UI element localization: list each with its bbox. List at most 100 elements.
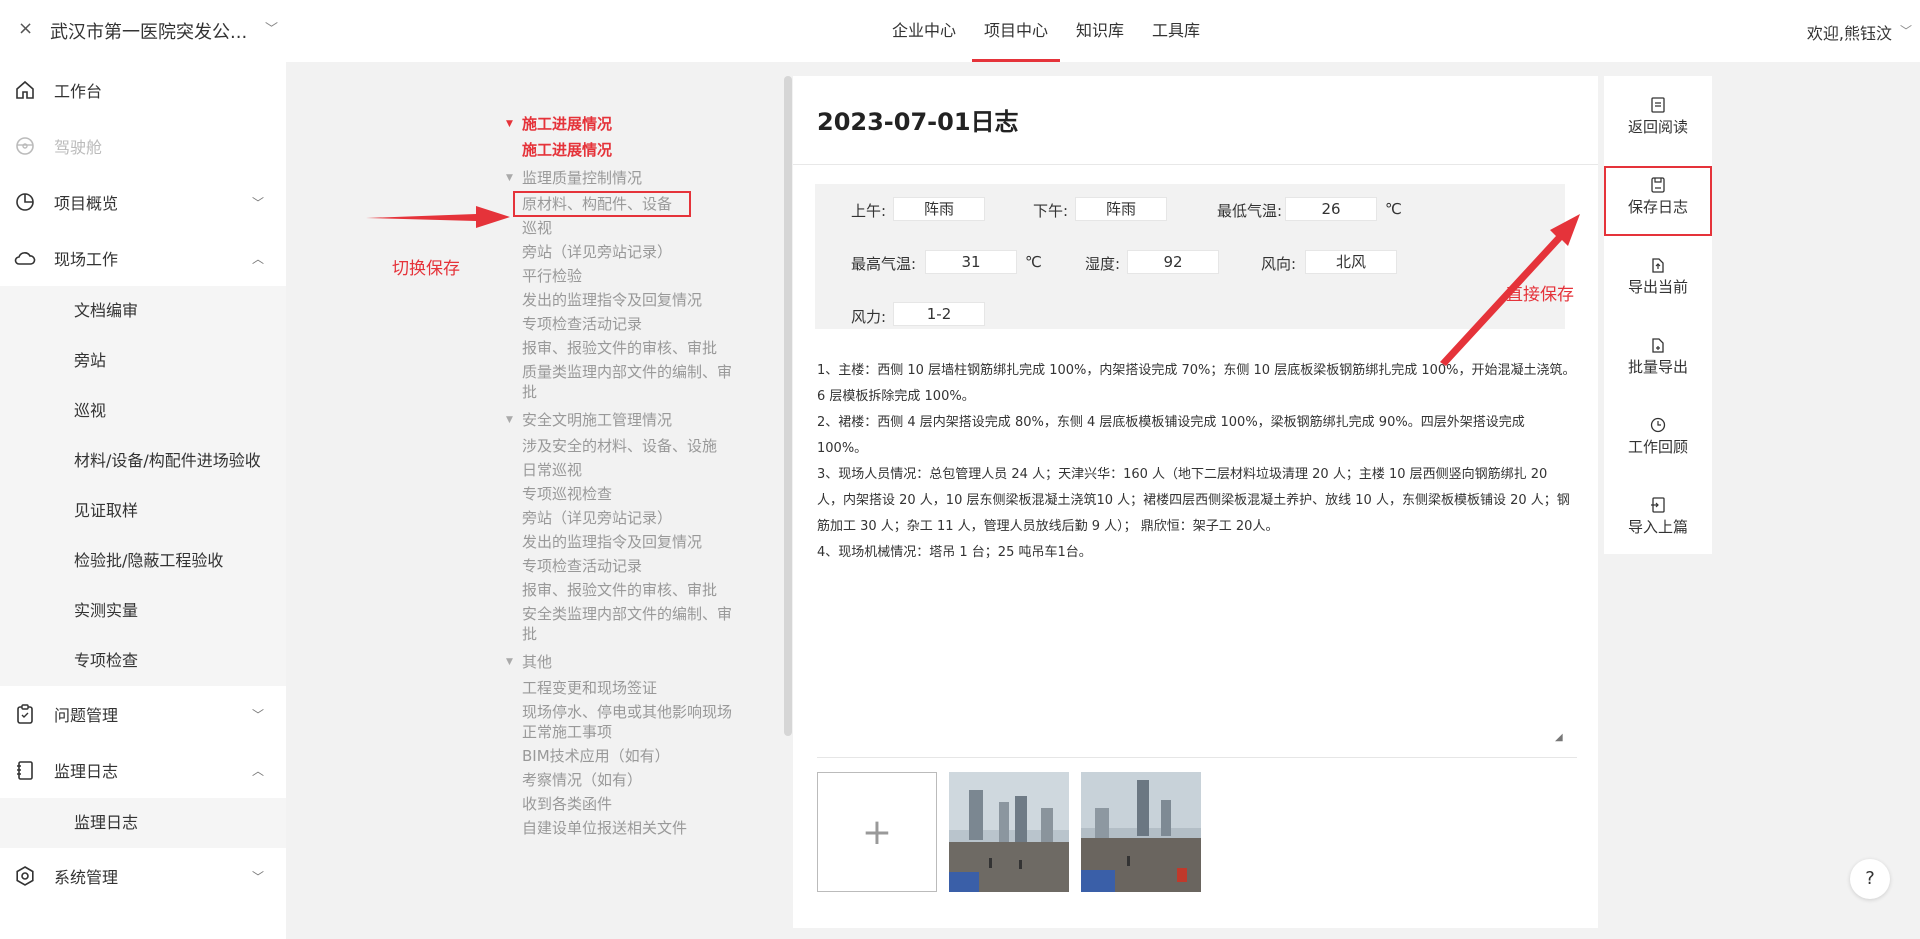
user-welcome[interactable]: 欢迎,熊钰汶 <box>1807 20 1892 44</box>
sidebar: 工作台 驾驶舱 项目概览 ﹀ 现场工作 ︿ 文档编审 旁站 巡视 材料/设备/构… <box>0 62 286 939</box>
tab-project-center[interactable]: 项目中心 <box>972 0 1061 62</box>
sidebar-subitem-document-review[interactable]: 文档编审 <box>0 286 286 336</box>
upload-image-button[interactable]: + <box>817 772 937 892</box>
tree-item[interactable]: BIM技术应用（如有） <box>506 746 746 766</box>
back-to-read-button[interactable]: 返回阅读 <box>1604 86 1712 156</box>
work-review-button[interactable]: 工作回顾 <box>1604 406 1712 476</box>
sidebar-item-supervision-log[interactable]: 监理日志 ︿ <box>0 742 286 798</box>
sidebar-subitem-side-station[interactable]: 旁站 <box>0 336 286 386</box>
diary-textarea[interactable]: 1、主楼：西侧 10 层墙柱钢筋绑扎完成 100%，内架搭设完成 70%；东侧 … <box>817 358 1577 758</box>
sidebar-item-label: 系统管理 <box>54 868 119 887</box>
tree-section-other[interactable]: ▼ 其他 <box>506 648 756 675</box>
humidity-input[interactable]: 92 <box>1127 250 1219 274</box>
export-current-button[interactable]: 导出当前 <box>1604 246 1712 316</box>
sidebar-item-project-overview[interactable]: 项目概览 ﹀ <box>0 174 286 230</box>
sidebar-item-system-management[interactable]: 系统管理 ﹀ <box>0 848 286 904</box>
tree-item[interactable]: 考察情况（如有） <box>506 770 746 790</box>
top-bar: × 武汉市第一医院突发公... ﹀ 企业中心 项目中心 知识库 工具库 欢迎,熊… <box>0 0 1920 62</box>
clipboard-icon <box>14 703 36 725</box>
close-icon[interactable]: × <box>18 18 33 39</box>
sidebar-item-cockpit[interactable]: 驾驶舱 <box>0 118 286 174</box>
tree-item[interactable]: 自建设单位报送相关文件 <box>506 818 746 838</box>
wind-direction-input[interactable]: 北风 <box>1305 250 1397 274</box>
settings-icon <box>14 865 36 887</box>
wind-direction-label: 风向: <box>1261 255 1297 273</box>
tree-item[interactable]: 施工进展情况 <box>506 140 746 160</box>
resize-handle-icon[interactable]: ◢ <box>1555 732 1563 743</box>
tree-item[interactable]: 旁站（详见旁站记录） <box>506 242 746 262</box>
tree-item[interactable]: 涉及安全的材料、设备、设施 <box>506 436 746 456</box>
pm-weather-label: 下午: <box>1033 202 1069 220</box>
diary-card: 2023-07-01日志 上午: 阵雨 下午: 阵雨 最低气温: 26 ℃ 最高… <box>793 76 1598 928</box>
chevron-down-icon: ﹀ <box>251 708 264 722</box>
tree-item[interactable]: 报审、报验文件的审核、审批 <box>506 580 746 600</box>
tree-item[interactable]: 专项检查活动记录 <box>506 556 746 576</box>
batch-export-button[interactable]: 批量导出 <box>1604 326 1712 396</box>
chevron-down-icon[interactable]: ﹀ <box>265 18 278 37</box>
sidebar-item-label: 监理日志 <box>54 762 119 781</box>
tree-item[interactable]: 专项检查活动记录 <box>506 314 746 334</box>
batch-export-icon <box>1652 338 1664 353</box>
save-log-button[interactable]: 保存日志 <box>1604 166 1712 236</box>
tree-item[interactable]: 质量类监理内部文件的编制、审批 <box>506 362 746 402</box>
main-content: ▼ 施工进展情况 施工进展情况 ▼ 监理质量控制情况 原材料、构配件、设备 巡视… <box>286 62 1920 939</box>
tree-item[interactable]: 巡视 <box>506 218 746 238</box>
tree-item[interactable]: 旁站（详见旁站记录） <box>506 508 746 528</box>
log-submenu: 监理日志 <box>0 798 286 848</box>
sidebar-item-issue-management[interactable]: 问题管理 ﹀ <box>0 686 286 742</box>
tree-item[interactable]: 平行检验 <box>506 266 746 286</box>
tree-scrollbar[interactable] <box>784 76 792 736</box>
tree-item[interactable]: 日常巡视 <box>506 460 746 480</box>
sidebar-item-field-work[interactable]: 现场工作 ︿ <box>0 230 286 286</box>
tab-tool-library[interactable]: 工具库 <box>1140 0 1212 62</box>
chevron-up-icon: ︿ <box>251 764 264 778</box>
max-temp-input[interactable]: 31 <box>925 250 1017 274</box>
diary-line: 2、裙楼：西侧 4 层内架搭设完成 80%，东侧 4 层底板模板铺设完成 100… <box>817 415 1525 456</box>
tab-enterprise-center[interactable]: 企业中心 <box>880 0 968 62</box>
tree-item[interactable]: 工程变更和现场签证 <box>506 678 746 698</box>
project-name[interactable]: 武汉市第一医院突发公... <box>50 18 247 44</box>
sidebar-subitem-material-acceptance[interactable]: 材料/设备/构配件进场验收 <box>0 436 286 486</box>
am-weather-input[interactable]: 阵雨 <box>893 197 985 221</box>
tree-item[interactable]: 发出的监理指令及回复情况 <box>506 532 746 552</box>
sidebar-subitem-witness-sampling[interactable]: 见证取样 <box>0 486 286 536</box>
sidebar-item-workbench[interactable]: 工作台 <box>0 62 286 118</box>
tree-item[interactable]: 现场停水、停电或其他影响现场正常施工事项 <box>506 702 746 742</box>
tab-knowledge-base[interactable]: 知识库 <box>1064 0 1136 62</box>
min-temp-input[interactable]: 26 <box>1285 197 1377 221</box>
max-temp-unit: ℃ <box>1025 253 1042 271</box>
tree-section-construction-progress[interactable]: ▼ 施工进展情况 <box>506 110 756 137</box>
pm-weather-input[interactable]: 阵雨 <box>1075 197 1167 221</box>
site-photo-2[interactable] <box>1081 772 1201 892</box>
sidebar-subitem-actual-measurement[interactable]: 实测实量 <box>0 586 286 636</box>
tree-item[interactable]: 报审、报验文件的审核、审批 <box>506 338 746 358</box>
site-photo-1[interactable] <box>949 772 1069 892</box>
divider <box>793 164 1598 165</box>
sidebar-subitem-supervision-log[interactable]: 监理日志 <box>0 798 286 848</box>
field-work-submenu: 文档编审 旁站 巡视 材料/设备/构配件进场验收 见证取样 检验批/隐蔽工程验收… <box>0 286 286 686</box>
annotation-direct-save: 直接保存 <box>1506 285 1574 305</box>
import-previous-button[interactable]: 导入上篇 <box>1604 486 1712 556</box>
action-panel: 返回阅读 保存日志 导出当前 批量导出 工作回顾 导入上篇 <box>1604 76 1712 554</box>
tree-item[interactable]: 安全类监理内部文件的编制、审批 <box>506 604 746 644</box>
user-menu-chevron-icon[interactable]: ﹀ <box>1900 22 1912 39</box>
sidebar-subitem-inspection-lot[interactable]: 检验批/隐蔽工程验收 <box>0 536 286 586</box>
tree-item[interactable]: 收到各类函件 <box>506 794 746 814</box>
tree-item[interactable]: 专项巡视检查 <box>506 484 746 504</box>
tree-section-quality-control[interactable]: ▼ 监理质量控制情况 <box>506 164 756 191</box>
chevron-down-icon: ﹀ <box>251 870 264 884</box>
save-icon <box>1651 177 1665 193</box>
max-temp-label: 最高气温: <box>851 255 917 273</box>
steering-wheel-icon <box>14 135 36 157</box>
am-weather-label: 上午: <box>851 202 887 220</box>
tree-section-safety-management[interactable]: ▼ 安全文明施工管理情况 <box>506 406 756 433</box>
min-temp-label: 最低气温: <box>1217 202 1283 220</box>
sidebar-subitem-patrol[interactable]: 巡视 <box>0 386 286 436</box>
sidebar-subitem-special-inspection[interactable]: 专项检查 <box>0 636 286 686</box>
tree-item[interactable]: 发出的监理指令及回复情况 <box>506 290 746 310</box>
diary-line: 4、现场机械情况：塔吊 1 台；25 吨吊车1台。 <box>817 545 1092 560</box>
notebook-icon <box>14 759 36 781</box>
wind-force-input[interactable]: 1-2 <box>893 302 985 326</box>
tree-item-raw-materials[interactable]: 原材料、构配件、设备 <box>513 191 691 217</box>
help-button[interactable]: ? <box>1850 859 1890 899</box>
